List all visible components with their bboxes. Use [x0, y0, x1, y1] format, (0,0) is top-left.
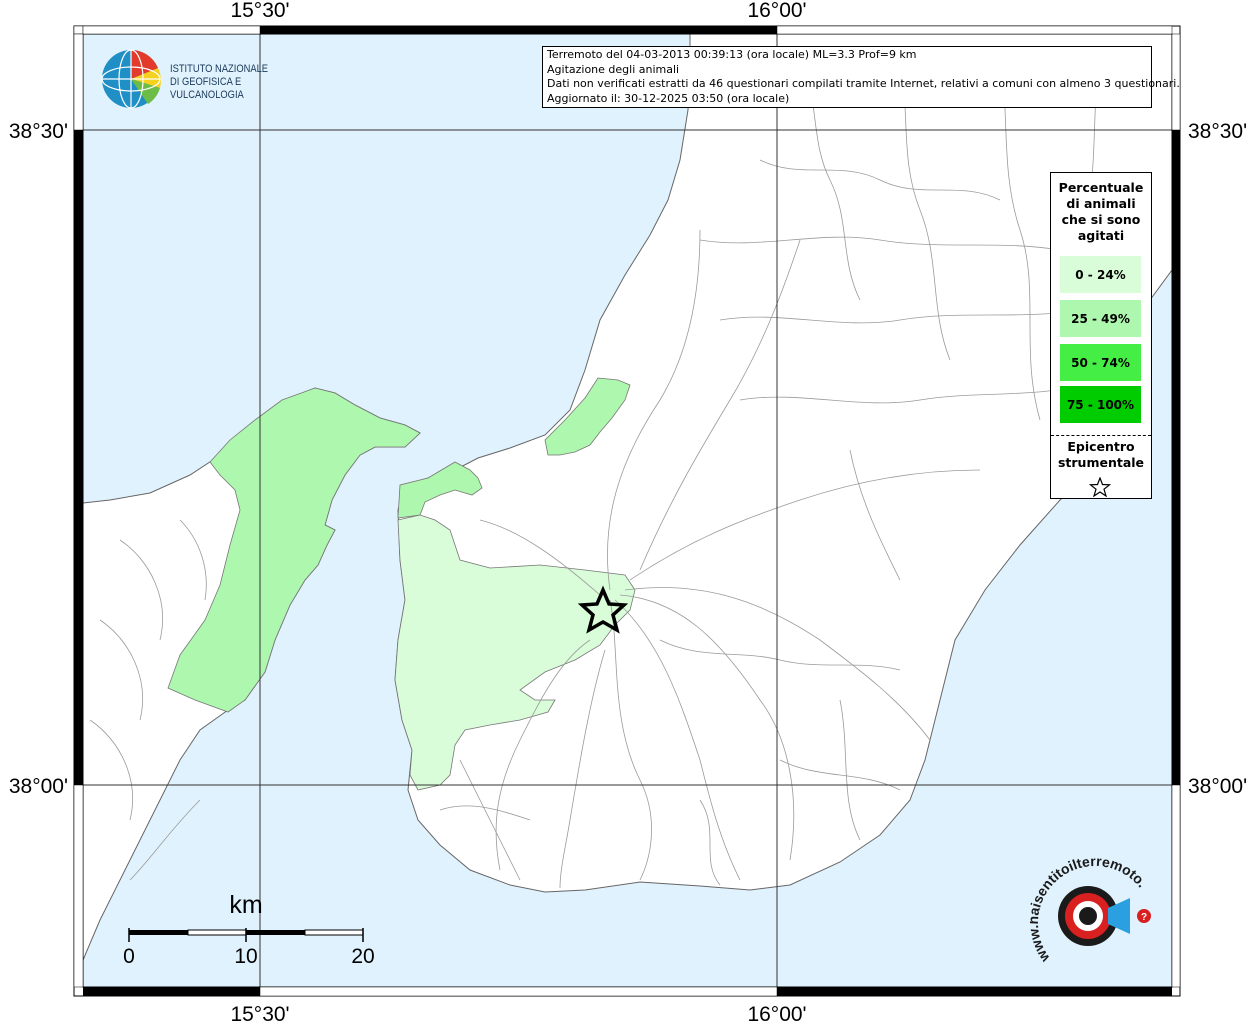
haisentitoilterremoto-logo: ? www.haisentitoilterremoto.it: [1025, 845, 1170, 978]
lat-label-left-bottom: 38°00': [9, 775, 68, 798]
lat-label-left-top: 38°30': [9, 120, 68, 143]
legend-title-line: che si sono: [1061, 212, 1141, 227]
lat-label-right-top: 38°30': [1188, 120, 1247, 143]
legend-title-line: Percentuale: [1058, 180, 1144, 195]
scale-unit: km: [229, 891, 262, 919]
legend-title-line: di animali: [1066, 196, 1136, 211]
ingv-name-line1: ISTITUTO NAZIONALE: [170, 63, 269, 75]
ingv-name-line2: DI GEOFISICA E VULCANOLOGIA: [170, 76, 244, 101]
event-updated: Aggiornato il: 30-12-2025 03:50 (ora loc…: [547, 91, 790, 105]
lon-label-top-right: 16°00': [747, 0, 806, 22]
lon-label-bottom-left: 15°30': [230, 1003, 289, 1024]
lat-label-right-bottom: 38°00': [1188, 775, 1247, 798]
legend-title-line: agitati: [1077, 228, 1125, 243]
ingv-logo: ISTITUTO NAZIONALE DI GEOFISICA E VULCAN…: [100, 48, 310, 110]
legend-epicenter-label: Epicentro strumentale: [1051, 439, 1151, 471]
ingv-name: ISTITUTO NAZIONALE DI GEOFISICA E VULCAN…: [170, 63, 289, 102]
event-title: Terremoto del 04-03-2013 00:39:13 (ora l…: [547, 48, 917, 61]
scale-tick-20: 20: [351, 945, 374, 968]
legend-item-25-49: 25 - 49%: [1060, 300, 1141, 337]
event-subtitle: Agitazione degli animali: [547, 62, 680, 76]
legend-item-0-24: 0 - 24%: [1060, 256, 1141, 293]
legend: Percentuale di animali che si sono agita…: [1050, 172, 1152, 499]
legend-title: Percentuale di animali che si sono agita…: [1051, 180, 1151, 244]
event-info-box: Terremoto del 04-03-2013 00:39:13 (ora l…: [542, 46, 1180, 108]
legend-epicenter-line: Epicentro: [1067, 439, 1135, 454]
legend-star-icon: [1089, 477, 1111, 497]
globe-icon: [101, 49, 161, 109]
megaphone-icon: ? www.haisentitoilterremoto.it: [1025, 845, 1151, 966]
legend-item-75-100: 75 - 100%: [1060, 386, 1141, 423]
legend-item-50-74: 50 - 74%: [1060, 344, 1141, 381]
scale-tick-10: 10: [234, 945, 257, 968]
lon-label-bottom-right: 16°00': [747, 1003, 806, 1024]
legend-divider: [1051, 435, 1151, 436]
event-data-note: Dati non verificati estratti da 46 quest…: [547, 77, 1180, 90]
scale-tick-0: 0: [123, 945, 135, 968]
svg-text:?: ?: [1141, 912, 1147, 923]
lon-label-top-left: 15°30': [230, 0, 289, 22]
legend-epicenter-line: strumentale: [1057, 455, 1145, 470]
